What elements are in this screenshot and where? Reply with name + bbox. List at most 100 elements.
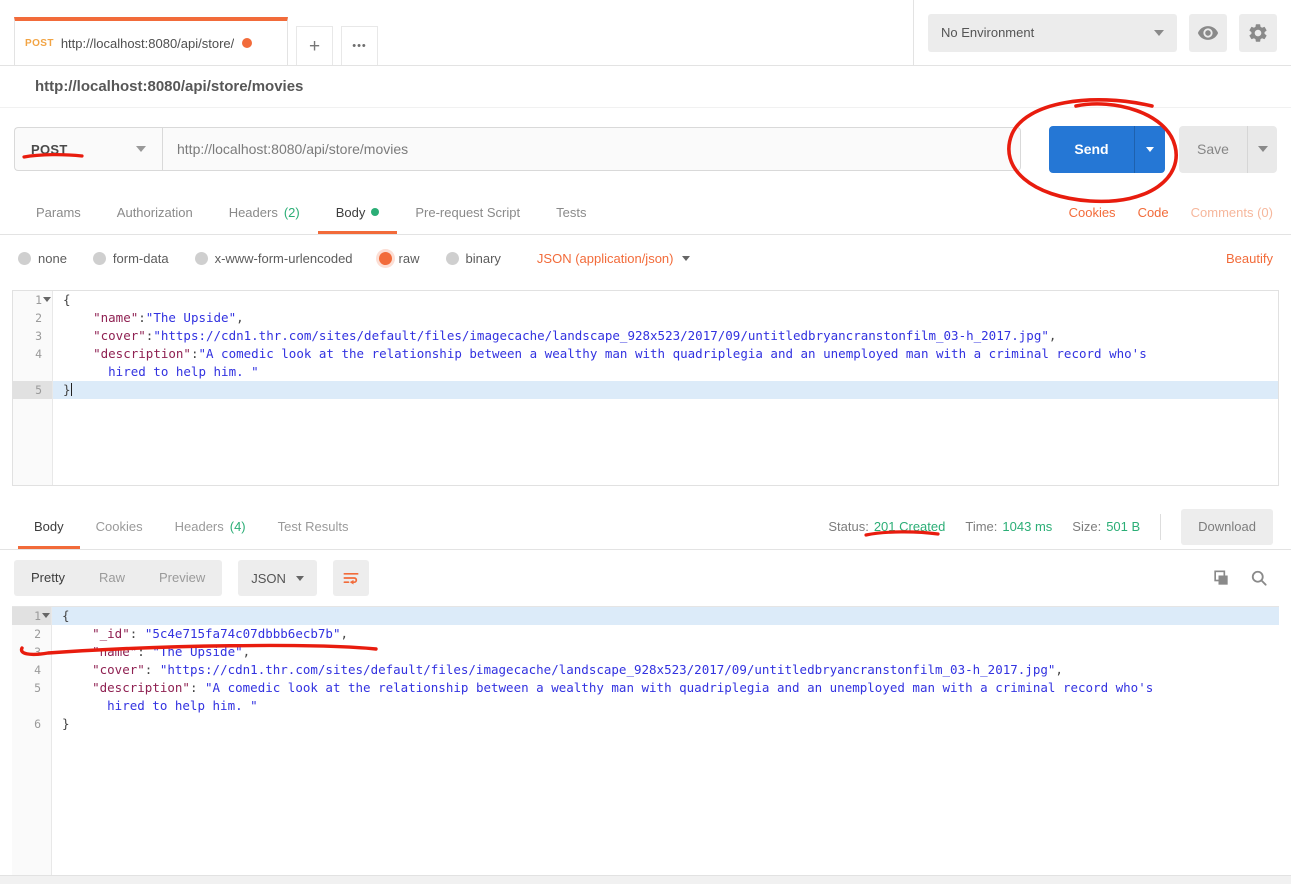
response-tab-body-label: Body [34,519,64,534]
copy-icon[interactable] [1211,568,1231,588]
url-input[interactable]: http://localhost:8080/api/store/movies [162,127,1021,171]
chevron-down-icon [1146,147,1154,152]
request-right-links: Cookies Code Comments (0) [1069,190,1273,234]
view-preview-button[interactable]: Preview [142,560,222,596]
horizontal-scrollbar-track[interactable] [0,875,1291,884]
content-type-value: JSON (application/json) [537,251,674,266]
chevron-down-icon [682,256,690,261]
time-badge: Time: 1043 ms [965,519,1052,534]
body-set-dot-icon [371,208,379,216]
tab-pre-request-script[interactable]: Pre-request Script [397,190,538,234]
response-tab-body[interactable]: Body [18,504,80,549]
status-badge: Status: 201 Created [828,519,945,534]
environment-settings-button[interactable] [1239,14,1277,52]
comments-link[interactable]: Comments (0) [1191,205,1273,220]
tab-tests-label: Tests [556,205,586,220]
view-raw-button[interactable]: Raw [82,560,142,596]
more-tabs-button[interactable]: ••• [341,26,378,65]
code-link[interactable]: Code [1138,205,1169,220]
tab-tests[interactable]: Tests [538,190,604,234]
save-button-group: Save [1179,126,1277,173]
search-icon[interactable] [1249,568,1269,588]
chevron-down-icon [136,146,146,152]
response-section-tabs: Body Cookies Headers (4) Test Results St… [0,504,1291,550]
size-badge: Size: 501 B [1072,519,1140,534]
mode-urlencoded-label: x-www-form-urlencoded [215,251,353,266]
send-options-button[interactable] [1134,126,1165,173]
code-line: 3 "name": "The Upside", [12,643,1279,661]
method-select[interactable]: POST [14,127,162,171]
text-cursor [71,383,72,396]
save-button[interactable]: Save [1179,126,1247,173]
response-tab-headers[interactable]: Headers (4) [159,504,262,549]
mode-form-data[interactable]: form-data [93,251,169,266]
response-body-editor[interactable]: 1 { 2 "_id": "5c4e715fa74c07dbbb6ecb7b",… [12,606,1279,875]
download-button[interactable]: Download [1181,509,1273,545]
time-value: 1043 ms [1002,519,1052,534]
body-mode-row: none form-data x-www-form-urlencoded raw… [0,235,1291,282]
radio-selected-icon [379,252,392,265]
tab-authorization-label: Authorization [117,205,193,220]
tab-method-label: POST [25,38,54,49]
status-value: 201 Created [874,519,946,534]
save-options-button[interactable] [1247,126,1277,173]
method-value: POST [31,142,68,157]
code-line: 6 } [12,715,1279,733]
mode-urlencoded[interactable]: x-www-form-urlencoded [195,251,353,266]
response-meta: Status: 201 Created Time: 1043 ms Size: … [828,504,1273,549]
response-tab-cookies-label: Cookies [96,519,143,534]
request-body-editor[interactable]: 1 { 2 "name":"The Upside", 3 "cover":"ht… [12,290,1279,486]
mode-none[interactable]: none [18,251,67,266]
send-button-group: Send [1049,126,1165,173]
fold-caret-icon[interactable] [42,613,50,618]
request-section-tabs: Params Authorization Headers (2) Body Pr… [0,190,1291,235]
chevron-down-icon [1154,30,1164,36]
send-button[interactable]: Send [1049,126,1134,173]
radio-icon [93,252,106,265]
mode-raw[interactable]: raw [379,251,420,266]
code-line: 1 { [13,291,1278,309]
download-label: Download [1198,519,1256,534]
tab-authorization[interactable]: Authorization [99,190,211,234]
response-format-select[interactable]: JSON [238,560,317,596]
unsaved-changes-dot-icon [242,38,252,48]
view-pretty-button[interactable]: Pretty [14,560,82,596]
chevron-down-icon [1258,146,1268,152]
response-tab-test-results[interactable]: Test Results [262,504,365,549]
beautify-link[interactable]: Beautify [1226,251,1273,266]
code-line: 4 "cover": "https://cdn1.thr.com/sites/d… [12,661,1279,679]
code-line: 2 "_id": "5c4e715fa74c07dbbb6ecb7b", [12,625,1279,643]
plus-icon: + [309,37,320,56]
content-type-select[interactable]: JSON (application/json) [537,251,691,266]
tab-body-label: Body [336,205,366,220]
environment-select[interactable]: No Environment [928,14,1177,52]
tab-headers-label: Headers [229,205,278,220]
cookies-link[interactable]: Cookies [1069,205,1116,220]
time-label: Time: [965,519,997,534]
tab-body[interactable]: Body [318,190,398,234]
view-mode-segment: Pretty Raw Preview [14,560,222,596]
environment-quicklook-button[interactable] [1189,14,1227,52]
mode-binary[interactable]: binary [446,251,501,266]
code-line-wrap: hired to help him. " [12,697,1279,715]
code-line: 2 "name":"The Upside", [13,309,1278,327]
request-builder: POST http://localhost:8080/api/store/mov… [0,108,1291,190]
postman-app: POST http://localhost:8080/api/store/ + … [0,0,1291,884]
new-tab-button[interactable]: + [296,26,333,65]
response-tab-cookies[interactable]: Cookies [80,504,159,549]
fold-caret-icon[interactable] [43,297,51,302]
mode-binary-label: binary [466,251,501,266]
environment-area: No Environment [913,0,1291,65]
open-request-tab[interactable]: POST http://localhost:8080/api/store/ [14,17,288,65]
wrap-text-icon [341,568,361,588]
code-line-wrap: hired to help him. " [13,363,1278,381]
response-right-icons [1211,568,1277,588]
tab-params[interactable]: Params [18,190,99,234]
tab-headers[interactable]: Headers (2) [211,190,318,234]
save-label: Save [1197,141,1229,157]
mode-none-label: none [38,251,67,266]
ellipsis-icon: ••• [352,41,367,52]
wrap-lines-button[interactable] [333,560,369,596]
request-title-row: http://localhost:8080/api/store/movies [0,66,1291,108]
size-value: 501 B [1106,519,1140,534]
